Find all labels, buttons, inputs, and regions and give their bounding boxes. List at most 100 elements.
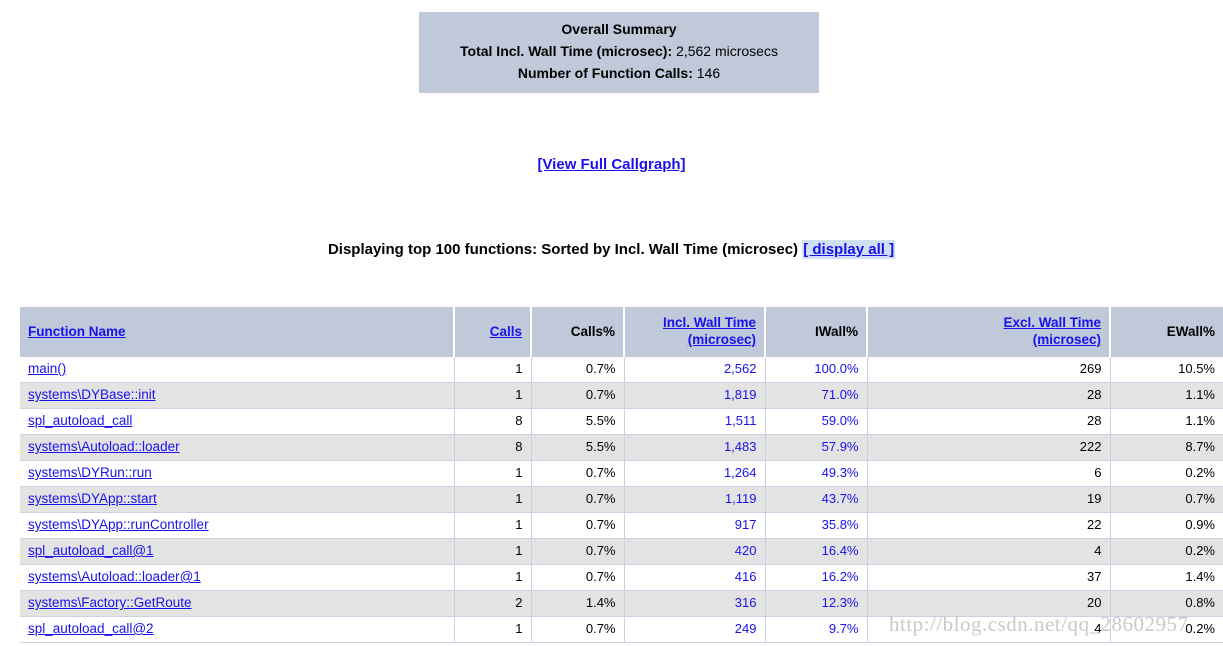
- function-report-table: Function Name Calls Calls% Incl. Wall Ti…: [20, 307, 1223, 643]
- cell-ewall-pct: 8.7%: [1110, 434, 1223, 461]
- cell-function-name: spl_autoload_call@2: [20, 616, 455, 643]
- summary-function-calls-label: Number of Function Calls:: [517, 65, 693, 81]
- summary-total-wall-time-label: Total Incl. Wall Time (microsec):: [460, 43, 673, 59]
- function-name-link[interactable]: systems\DYApp::runController: [28, 517, 209, 532]
- cell-excl-wall-time: 28: [867, 382, 1111, 409]
- cell-ewall-pct: 1.1%: [1110, 382, 1223, 409]
- sort-link-excl-wall-time[interactable]: Excl. Wall Time (microsec): [1003, 315, 1101, 347]
- cell-incl-wall-time: 249: [624, 616, 766, 643]
- table-row: spl_autoload_call@2 1 0.7% 249 9.7% 4 0.2%: [20, 616, 1223, 643]
- cell-incl-wall-time: 420: [624, 538, 766, 565]
- summary-title: Overall Summary: [561, 21, 677, 37]
- cell-ewall-pct: 1.4%: [1110, 564, 1223, 591]
- cell-calls-pct: 5.5%: [531, 408, 625, 435]
- function-name-link[interactable]: systems\DYRun::run: [28, 465, 152, 480]
- overall-summary-box: Overall Summary Total Incl. Wall Time (m…: [419, 12, 819, 93]
- table-row: systems\DYRun::run 1 0.7% 1,264 49.3% 6 0.2%: [20, 460, 1223, 487]
- cell-calls-pct: 0.7%: [531, 486, 625, 513]
- cell-iwall-pct: 16.4%: [765, 538, 868, 565]
- function-name-link[interactable]: systems\Autoload::loader: [28, 439, 180, 454]
- column-header-ewall-pct: EWall%: [1110, 307, 1223, 357]
- cell-calls-pct: 0.7%: [531, 512, 625, 539]
- cell-excl-wall-time: 20: [867, 590, 1111, 617]
- cell-excl-wall-time: 222: [867, 434, 1111, 461]
- excl-wall-time-line2: (microsec): [1032, 332, 1101, 347]
- view-full-callgraph-link[interactable]: [View Full Callgraph]: [537, 156, 685, 173]
- cell-ewall-pct: 10.5%: [1110, 356, 1223, 383]
- cell-excl-wall-time: 22: [867, 512, 1111, 539]
- cell-ewall-pct: 0.2%: [1110, 538, 1223, 565]
- function-name-link[interactable]: systems\DYBase::init: [28, 387, 156, 402]
- cell-calls-pct: 0.7%: [531, 616, 625, 643]
- cell-incl-wall-time: 1,483: [624, 434, 766, 461]
- table-header-row: Function Name Calls Calls% Incl. Wall Ti…: [20, 307, 1223, 357]
- sort-link-calls[interactable]: Calls: [490, 324, 522, 339]
- cell-incl-wall-time: 1,264: [624, 460, 766, 487]
- cell-function-name: spl_autoload_call@1: [20, 538, 455, 565]
- cell-calls: 1: [454, 512, 532, 539]
- table-body: main() 1 0.7% 2,562 100.0% 269 10.5% systems\DY…: [20, 356, 1223, 643]
- table-row: systems\Autoload::loader@1 1 0.7% 416 16.2% 3…: [20, 564, 1223, 591]
- column-header-function-name[interactable]: Function Name: [20, 307, 455, 357]
- cell-ewall-pct: 0.2%: [1110, 616, 1223, 643]
- cell-iwall-pct: 59.0%: [765, 408, 868, 435]
- cell-iwall-pct: 71.0%: [765, 382, 868, 409]
- cell-function-name: systems\Factory::GetRoute: [20, 590, 455, 617]
- cell-calls: 8: [454, 408, 532, 435]
- column-header-excl-wall-time[interactable]: Excl. Wall Time (microsec): [867, 307, 1111, 357]
- table-row: main() 1 0.7% 2,562 100.0% 269 10.5%: [20, 356, 1223, 383]
- function-report-table-wrap: Function Name Calls Calls% Incl. Wall Ti…: [20, 307, 1223, 643]
- table-row: systems\Autoload::loader 8 5.5% 1,483 57.9% 2…: [20, 434, 1223, 461]
- cell-calls: 1: [454, 564, 532, 591]
- cell-iwall-pct: 43.7%: [765, 486, 868, 513]
- sort-link-function-name[interactable]: Function Name: [28, 324, 126, 339]
- cell-calls: 1: [454, 460, 532, 487]
- column-header-calls[interactable]: Calls: [454, 307, 532, 357]
- column-header-incl-wall-time[interactable]: Incl. Wall Time (microsec): [624, 307, 766, 357]
- cell-iwall-pct: 100.0%: [765, 356, 868, 383]
- function-name-link[interactable]: systems\Autoload::loader@1: [28, 569, 201, 584]
- column-header-calls-pct: Calls%: [531, 307, 625, 357]
- cell-function-name: systems\Autoload::loader@1: [20, 564, 455, 591]
- cell-calls-pct: 0.7%: [531, 356, 625, 383]
- column-header-iwall-pct: IWall%: [765, 307, 868, 357]
- cell-excl-wall-time: 6: [867, 460, 1111, 487]
- cell-function-name: systems\DYApp::runController: [20, 512, 455, 539]
- displaying-summary-text: Displaying top 100 functions: Sorted by …: [327, 241, 799, 258]
- cell-function-name: spl_autoload_call: [20, 408, 455, 435]
- cell-calls: 1: [454, 616, 532, 643]
- summary-function-calls: Number of Function Calls: 146: [419, 62, 819, 84]
- incl-wall-time-line2: (microsec): [687, 332, 756, 347]
- cell-calls: 1: [454, 486, 532, 513]
- cell-incl-wall-time: 1,819: [624, 382, 766, 409]
- sort-link-incl-wall-time[interactable]: Incl. Wall Time (microsec): [663, 315, 756, 347]
- table-row: systems\DYApp::start 1 0.7% 1,119 43.7% 19 0.7…: [20, 486, 1223, 513]
- display-all-link[interactable]: [ display all ]: [802, 240, 896, 259]
- cell-calls: 2: [454, 590, 532, 617]
- cell-calls-pct: 0.7%: [531, 538, 625, 565]
- displaying-summary-row: Displaying top 100 functions: Sorted by …: [0, 240, 1223, 259]
- function-name-link[interactable]: systems\DYApp::start: [28, 491, 157, 506]
- cell-excl-wall-time: 269: [867, 356, 1111, 383]
- cell-excl-wall-time: 19: [867, 486, 1111, 513]
- function-name-link[interactable]: systems\Factory::GetRoute: [28, 595, 192, 610]
- function-name-link[interactable]: spl_autoload_call@1: [28, 543, 154, 558]
- function-name-link[interactable]: spl_autoload_call@2: [28, 621, 154, 636]
- cell-ewall-pct: 0.7%: [1110, 486, 1223, 513]
- function-name-link[interactable]: spl_autoload_call: [28, 413, 132, 428]
- cell-incl-wall-time: 2,562: [624, 356, 766, 383]
- table-row: systems\DYApp::runController 1 0.7% 917 35.8…: [20, 512, 1223, 539]
- cell-incl-wall-time: 316: [624, 590, 766, 617]
- cell-calls: 1: [454, 382, 532, 409]
- cell-incl-wall-time: 416: [624, 564, 766, 591]
- summary-total-wall-time: Total Incl. Wall Time (microsec): 2,562 …: [419, 40, 819, 62]
- cell-calls: 1: [454, 538, 532, 565]
- cell-calls: 8: [454, 434, 532, 461]
- cell-calls-pct: 0.7%: [531, 382, 625, 409]
- function-name-link[interactable]: main(): [28, 361, 66, 376]
- cell-iwall-pct: 57.9%: [765, 434, 868, 461]
- cell-incl-wall-time: 917: [624, 512, 766, 539]
- cell-calls: 1: [454, 356, 532, 383]
- cell-calls-pct: 1.4%: [531, 590, 625, 617]
- cell-excl-wall-time: 28: [867, 408, 1111, 435]
